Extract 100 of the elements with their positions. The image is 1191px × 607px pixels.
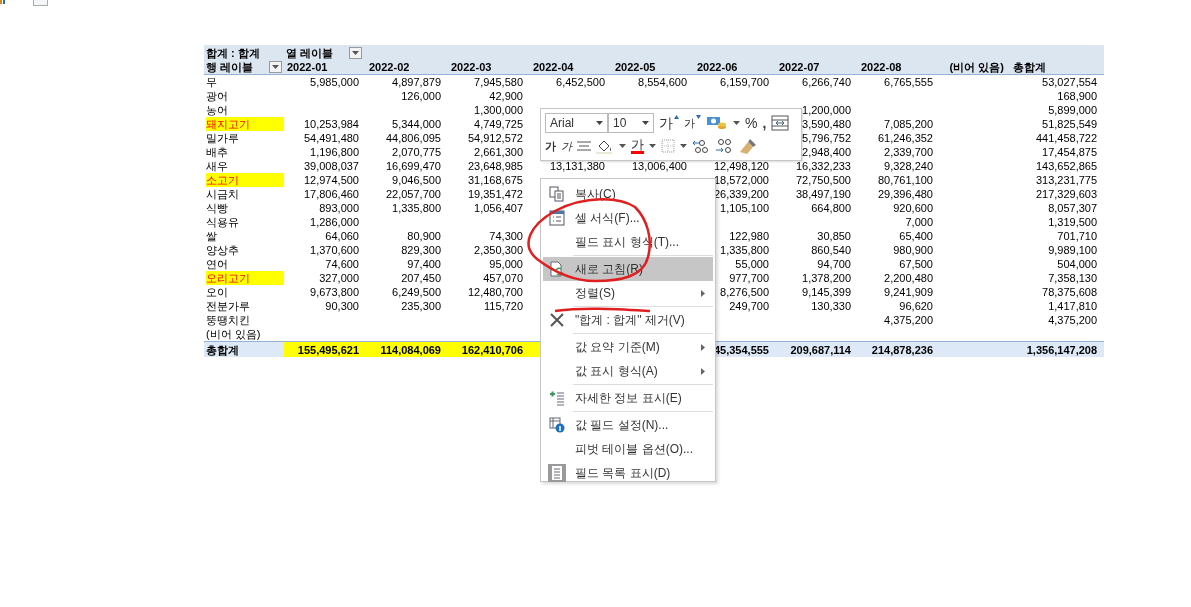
menu-item[interactable]: 셀 서식(F)...	[543, 206, 713, 230]
caret-icon[interactable]	[680, 144, 687, 148]
value-cell: 8,276,500	[720, 286, 769, 298]
value-cell: 13,131,380	[549, 160, 605, 172]
menu-item[interactable]: 값 필드 설정(N)...	[543, 413, 713, 437]
percent-button[interactable]: %	[745, 115, 758, 131]
copy-icon	[549, 186, 565, 202]
field-settings-icon	[549, 417, 565, 433]
value-cell: 1,196,800	[310, 146, 359, 158]
total-cell: 209,687,114	[776, 341, 858, 357]
filter-dropdown[interactable]	[269, 61, 282, 73]
bold-button[interactable]: 가	[545, 138, 556, 154]
row-label: 쌀	[206, 229, 218, 243]
comma-button[interactable]: ,	[762, 115, 767, 131]
money-icon[interactable]	[706, 115, 728, 131]
value-cell: 2,339,700	[884, 146, 933, 158]
increase-decimal-icon[interactable]	[692, 138, 710, 154]
value-cell: 96,620	[899, 300, 933, 312]
font-name-field[interactable]: Arial	[545, 113, 608, 133]
increase-font-button[interactable]: 가	[659, 115, 679, 131]
value-cell: 313,231,775	[1035, 174, 1098, 186]
row-label: 오리고기	[206, 271, 284, 285]
row-label: 오이	[206, 285, 229, 299]
filter-dropdown[interactable]	[349, 46, 363, 59]
row-label: 양상추	[206, 243, 240, 257]
value-cell: 1,300,000	[474, 104, 523, 116]
value-cell: 701,710	[1057, 230, 1098, 242]
value-cell: 2,350,300	[474, 244, 523, 256]
total-cell: 114,084,069	[366, 341, 448, 357]
value-cell: 5,985,000	[310, 76, 359, 88]
value-cell: 22,057,700	[385, 188, 441, 200]
value-cell: 67,500	[899, 258, 933, 270]
decrease-decimal-icon[interactable]	[715, 138, 733, 154]
wrap-icon[interactable]	[771, 115, 790, 131]
italic-button[interactable]: 가	[561, 138, 572, 154]
value-cell: 6,266,740	[802, 76, 851, 88]
value-cell: 4,375,200	[1048, 314, 1098, 326]
menu-item[interactable]: "합계 : 합계" 제거(V)	[543, 308, 713, 332]
corner-icon	[0, 0, 5, 4]
caret-icon[interactable]	[649, 144, 656, 148]
row-label: 배추	[206, 145, 229, 159]
value-cell: 13,006,400	[631, 160, 687, 172]
value-cell: 130,330	[811, 300, 851, 312]
menu-item[interactable]: 필드 목록 표시(D)	[543, 461, 713, 485]
value-cell: 17,806,460	[303, 188, 359, 200]
value-cell: 7,945,580	[474, 76, 523, 88]
value-cell: 4,897,879	[392, 76, 441, 88]
value-cell: 65,400	[899, 230, 933, 242]
row-label: 소고기	[206, 173, 284, 187]
value-cell: 44,806,095	[385, 132, 441, 144]
row-label: 무	[206, 75, 218, 89]
value-cell: 94,700	[817, 258, 851, 270]
value-field-label: 합계 : 합계	[205, 46, 260, 59]
value-cell: 16,699,470	[385, 160, 441, 172]
value-cell: 8,057,307	[1048, 202, 1098, 214]
value-cell: 90,300	[325, 300, 359, 312]
value-cell: 5,796,752	[802, 132, 851, 144]
caret-icon[interactable]	[733, 121, 740, 125]
value-cell: 55,000	[735, 258, 769, 270]
value-cell: 74,600	[325, 258, 359, 270]
value-cell: 72,750,500	[795, 174, 851, 186]
value-cell: 5,344,000	[392, 118, 441, 130]
value-cell: 9,673,800	[310, 286, 359, 298]
value-cell: 977,700	[729, 272, 769, 284]
value-cell: 143,652,865	[1035, 160, 1098, 172]
value-cell: 1,335,800	[392, 202, 441, 214]
value-cell: 327,000	[319, 272, 359, 284]
font-size-field[interactable]: 10	[608, 113, 654, 133]
column-header: 2022-04	[533, 61, 574, 73]
value-cell: 249,700	[729, 300, 769, 312]
fill-color-icon[interactable]	[596, 138, 614, 154]
value-cell: 17,454,875	[1042, 146, 1098, 158]
font-color-button[interactable]: 가	[631, 138, 644, 154]
menu-item[interactable]: 피벗 테이블 옵션(O)...	[543, 437, 713, 461]
menu-item[interactable]: 자세한 정보 표시(E)	[543, 386, 713, 410]
column-header: 2022-07	[779, 61, 820, 73]
format-painter-icon[interactable]	[738, 137, 758, 155]
column-labels-header: 열 레이블	[286, 45, 334, 60]
value-cell: 61,246,352	[877, 132, 933, 144]
value-cell: 2,070,775	[392, 146, 441, 158]
value-cell: 2,661,300	[474, 146, 523, 158]
value-cell: 9,328,240	[884, 160, 933, 172]
value-cell: 664,800	[811, 202, 851, 214]
column-header: 2022-08	[861, 61, 902, 73]
value-cell: 126,000	[401, 90, 441, 102]
value-cell: 235,300	[401, 300, 441, 312]
menu-item[interactable]: 값 표시 형식(A)	[543, 359, 713, 383]
total-cell: 162,410,706	[448, 341, 530, 357]
caret-icon[interactable]	[619, 144, 626, 148]
value-cell: 1,286,000	[310, 216, 359, 228]
value-cell: 1,056,407	[474, 202, 523, 214]
decrease-font-button[interactable]: 가	[684, 115, 701, 131]
menu-item[interactable]: 정렬(S)	[543, 281, 713, 305]
submenu-arrow-icon	[701, 368, 705, 375]
column-header: 2022-05	[615, 61, 656, 73]
value-cell: 78,375,608	[1042, 286, 1098, 298]
column-header: 2022-02	[369, 61, 410, 73]
value-cell: 1,417,810	[1048, 300, 1098, 312]
value-cell: 26,339,200	[713, 188, 769, 200]
value-cell: 9,145,399	[802, 286, 851, 298]
